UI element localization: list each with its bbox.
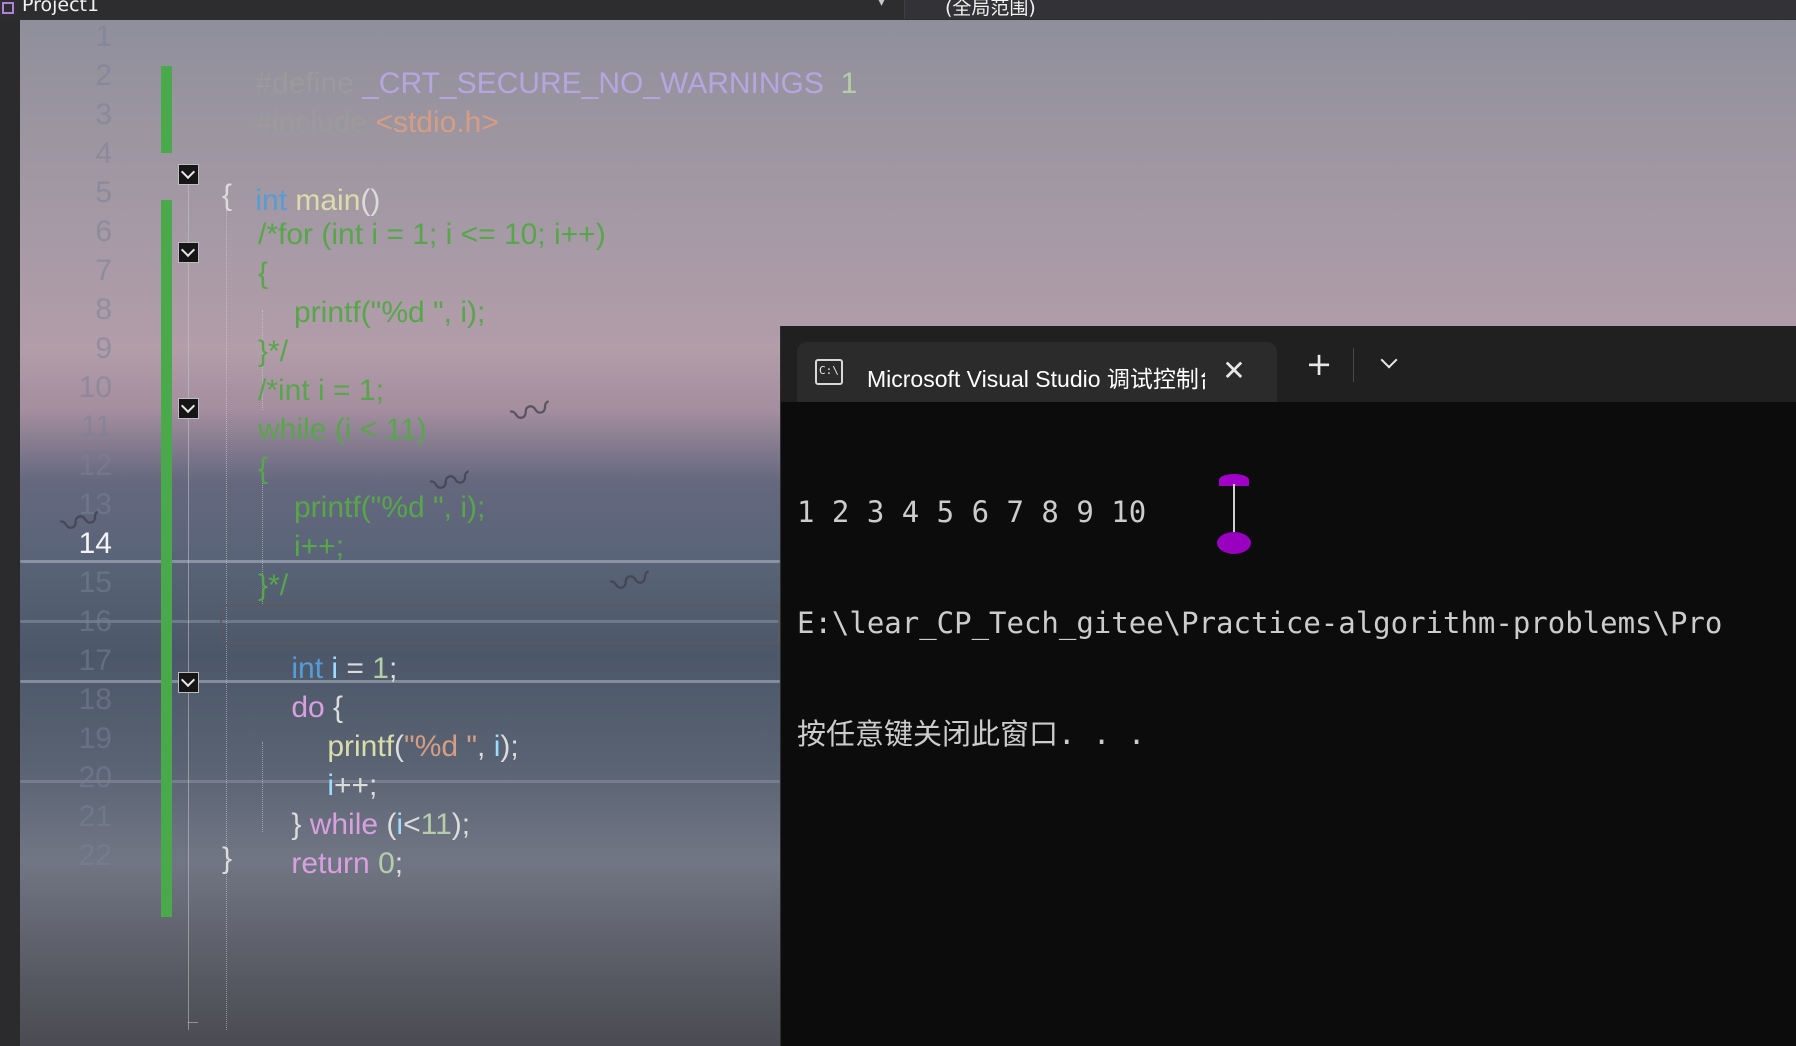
close-icon[interactable]: ✕ (1217, 354, 1251, 388)
code-line-6-comment: /*for (int i = 1; i <= 10; i++) (258, 218, 606, 251)
top-toolbar: Project1 ▾ (全局范围) (0, 0, 1796, 21)
code-line-12-comment: { (258, 452, 269, 485)
code-line-5: { (222, 179, 233, 212)
collapse-toggle-icon[interactable] (178, 242, 199, 263)
console-icon-label: C:\ (819, 364, 839, 377)
new-tab-button[interactable]: + (1301, 346, 1337, 382)
code-line-2: #include <stdio.h> (222, 57, 499, 139)
line-number: 16 (78, 605, 112, 638)
macro-value: 1 (840, 67, 858, 100)
collapse-toggle-icon[interactable] (178, 672, 199, 693)
change-indicator-bar (161, 200, 172, 917)
code-line-8-comment: printf("%d ", i); (294, 296, 486, 329)
console-output[interactable]: 1 2 3 4 5 6 7 8 9 10 E:\lear_CP_Tech_git… (797, 420, 1796, 827)
line-number: 13 (78, 488, 112, 521)
background-wave (20, 560, 780, 563)
line-number: 20 (78, 761, 112, 794)
code-line-15-comment: }*/ (258, 569, 289, 602)
include-header: <stdio.h> (375, 106, 499, 139)
code-line-9-comment: }*/ (258, 335, 289, 368)
line-number: 11 (80, 410, 112, 443)
project-icon (2, 2, 14, 14)
tab-title: Microsoft Visual Studio 调试控制台 (867, 366, 1205, 392)
titlebar-divider (1353, 348, 1354, 382)
line-number: 22 (78, 839, 112, 872)
line-number: 8 (95, 293, 112, 326)
text-cursor-icon (1217, 474, 1251, 554)
editor-left-strip (0, 20, 20, 1046)
bird-image: 〰 (605, 555, 657, 611)
code-line-18: printf("%d ", i); (294, 681, 518, 763)
code-line-20: } while (i<11); (258, 759, 470, 841)
operator: < (403, 808, 421, 841)
chevron-down-icon[interactable]: ▾ (878, 0, 885, 10)
line-number: 17 (78, 644, 112, 677)
number-literal: 0 (378, 847, 395, 880)
code-line-4: int main() (222, 135, 380, 217)
line-number: 19 (78, 722, 112, 755)
code-line-11-comment: while (i < 11) (258, 413, 427, 446)
code-line-7-comment: { (258, 257, 269, 290)
bird-image: 〰 (505, 385, 557, 441)
project-selector[interactable]: Project1 (22, 0, 99, 16)
code-line-19: i++; (294, 720, 377, 802)
punctuation: ); (451, 808, 471, 841)
change-indicator-bar (161, 66, 172, 153)
line-number: 6 (95, 215, 112, 248)
code-line-22: } (222, 842, 233, 875)
output-line: E:\lear_CP_Tech_gitee\Practice-algorithm… (797, 606, 1723, 640)
line-number: 21 (78, 800, 112, 833)
line-number: 1 (95, 20, 112, 53)
code-line-13-comment: printf("%d ", i); (294, 491, 486, 524)
collapse-toggle-icon[interactable] (178, 398, 199, 419)
number-literal: 11 (420, 808, 452, 841)
output-line: 按任意键关闭此窗口. . . (797, 717, 1146, 751)
terminal-tab[interactable]: C:\ Microsoft Visual Studio 调试控制台 ✕ (797, 342, 1277, 402)
line-number: 15 (78, 566, 112, 599)
control-keyword: return (291, 847, 370, 880)
collapse-toggle-icon[interactable] (178, 164, 199, 185)
line-number: 9 (95, 332, 112, 365)
code-line-17: do { (258, 642, 343, 724)
code-line-21: return 0; (258, 798, 403, 880)
code-line-16: int i = 1; (258, 603, 397, 685)
line-number-current: 14 (78, 527, 112, 560)
scope-dropdown[interactable]: (全局范围) (904, 0, 1796, 19)
line-number: 10 (78, 371, 112, 404)
fold-end-marker (188, 1022, 198, 1023)
line-number: 5 (95, 176, 112, 209)
code-line-14-comment: i++; (294, 530, 345, 563)
fold-guide-line (188, 185, 189, 1030)
line-number: 18 (78, 683, 112, 716)
code-line-10-comment: /*int i = 1; (258, 374, 384, 407)
line-number: 12 (78, 449, 112, 482)
punctuation: ); (500, 730, 519, 763)
scope-label: (全局范围) (945, 0, 1036, 19)
line-number: 2 (95, 59, 112, 92)
punctuation: , (477, 730, 494, 763)
debug-console-window[interactable]: C:\ Microsoft Visual Studio 调试控制台 ✕ + 1 … (780, 326, 1796, 1046)
line-number: 7 (95, 254, 112, 287)
terminal-titlebar[interactable]: C:\ Microsoft Visual Studio 调试控制台 ✕ + (781, 326, 1796, 402)
line-number: 3 (95, 98, 112, 131)
line-number: 4 (95, 137, 112, 170)
output-line: 1 2 3 4 5 6 7 8 9 10 (797, 495, 1147, 529)
punctuation: ; (394, 847, 404, 880)
code-line-1: #define _CRT_SECURE_NO_WARNINGS 1 (222, 20, 857, 100)
console-icon: C:\ (815, 359, 843, 385)
chevron-down-icon[interactable] (1371, 346, 1407, 382)
